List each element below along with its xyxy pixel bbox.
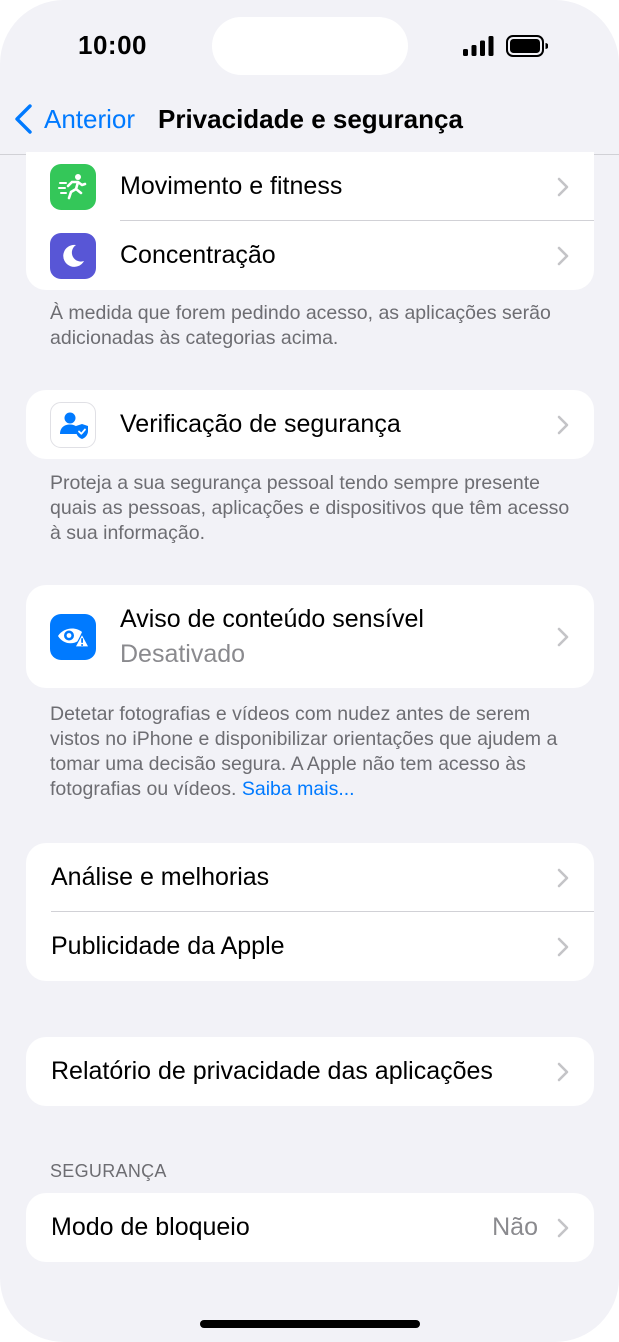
section-header-seguranca: SEGURANÇA: [50, 1161, 167, 1181]
security-group: Modo de bloqueio Não: [26, 1193, 594, 1262]
row-aviso-conteudo-sensivel[interactable]: Aviso de conteúdo sensível Desativado: [26, 585, 594, 688]
chevron-right-icon: [557, 1062, 569, 1081]
row-movimento-fitness[interactable]: Movimento e fitness: [26, 152, 594, 221]
permissions-footer: À medida que forem pedindo acesso, as ap…: [50, 302, 551, 349]
row-text: Aviso de conteúdo sensível Desativado: [120, 602, 424, 672]
chevron-right-icon: [557, 868, 569, 887]
phone-screen: 10:00 Anterior Privacidade e segurança M…: [0, 0, 619, 1342]
cellular-signal-icon: [463, 36, 494, 56]
page-title: Privacidade e segurança: [158, 104, 463, 134]
row-label: Movimento e fitness: [120, 172, 343, 200]
back-button-label: Anterior: [44, 103, 136, 134]
row-analise-melhorias[interactable]: Análise e melhorias: [26, 843, 594, 912]
app-privacy-report-group: Relatório de privacidade das aplicações: [26, 1037, 594, 1106]
analytics-group: Análise e melhorias Publicidade da Apple: [26, 843, 594, 981]
back-button[interactable]: Anterior: [12, 102, 135, 136]
navigation-bar: Anterior Privacidade e segurança: [0, 82, 619, 155]
row-label: Concentração: [120, 241, 276, 269]
sensitive-content-group: Aviso de conteúdo sensível Desativado: [26, 585, 594, 688]
permissions-group: Movimento e fitness Concentração: [26, 152, 594, 290]
fitness-icon: [50, 163, 96, 210]
safety-check-group: Verificação de segurança: [26, 390, 594, 459]
chevron-right-icon: [557, 937, 569, 956]
row-label: Modo de bloqueio: [51, 1213, 250, 1241]
dynamic-island: [212, 17, 408, 75]
moon-icon: [50, 232, 96, 279]
home-indicator[interactable]: [200, 1320, 420, 1328]
safety-check-icon: [50, 401, 96, 448]
chevron-right-icon: [557, 1218, 569, 1237]
row-label: Relatório de privacidade das aplicações: [51, 1057, 493, 1085]
row-sublabel: Desativado: [120, 639, 246, 668]
chevron-right-icon: [557, 177, 569, 196]
chevron-left-icon: [15, 104, 32, 134]
row-label: Análise e melhorias: [51, 863, 270, 891]
learn-more-link[interactable]: Saiba mais...: [242, 778, 355, 800]
chevron-right-icon: [557, 627, 569, 646]
chevron-right-icon: [557, 415, 569, 434]
row-publicidade-apple[interactable]: Publicidade da Apple: [26, 912, 594, 981]
row-relatorio-privacidade[interactable]: Relatório de privacidade das aplicações: [26, 1037, 594, 1106]
row-modo-bloqueio[interactable]: Modo de bloqueio Não: [26, 1193, 594, 1262]
row-value: Não: [492, 1213, 538, 1241]
row-concentracao[interactable]: Concentração: [26, 221, 594, 290]
battery-icon: [506, 35, 548, 57]
eye-warning-icon: [50, 613, 96, 660]
row-label: Aviso de conteúdo sensível: [120, 604, 424, 633]
chevron-right-icon: [557, 246, 569, 265]
safety-check-footer: Proteja a sua segurança pessoal tendo se…: [50, 472, 570, 544]
sensitive-content-footer: Detetar fotografias e vídeos com nudez a…: [50, 702, 575, 802]
row-verificacao-seguranca[interactable]: Verificação de segurança: [26, 390, 594, 459]
row-label: Verificação de segurança: [120, 410, 401, 438]
row-label: Publicidade da Apple: [51, 932, 285, 960]
status-time: 10:00: [78, 30, 147, 60]
